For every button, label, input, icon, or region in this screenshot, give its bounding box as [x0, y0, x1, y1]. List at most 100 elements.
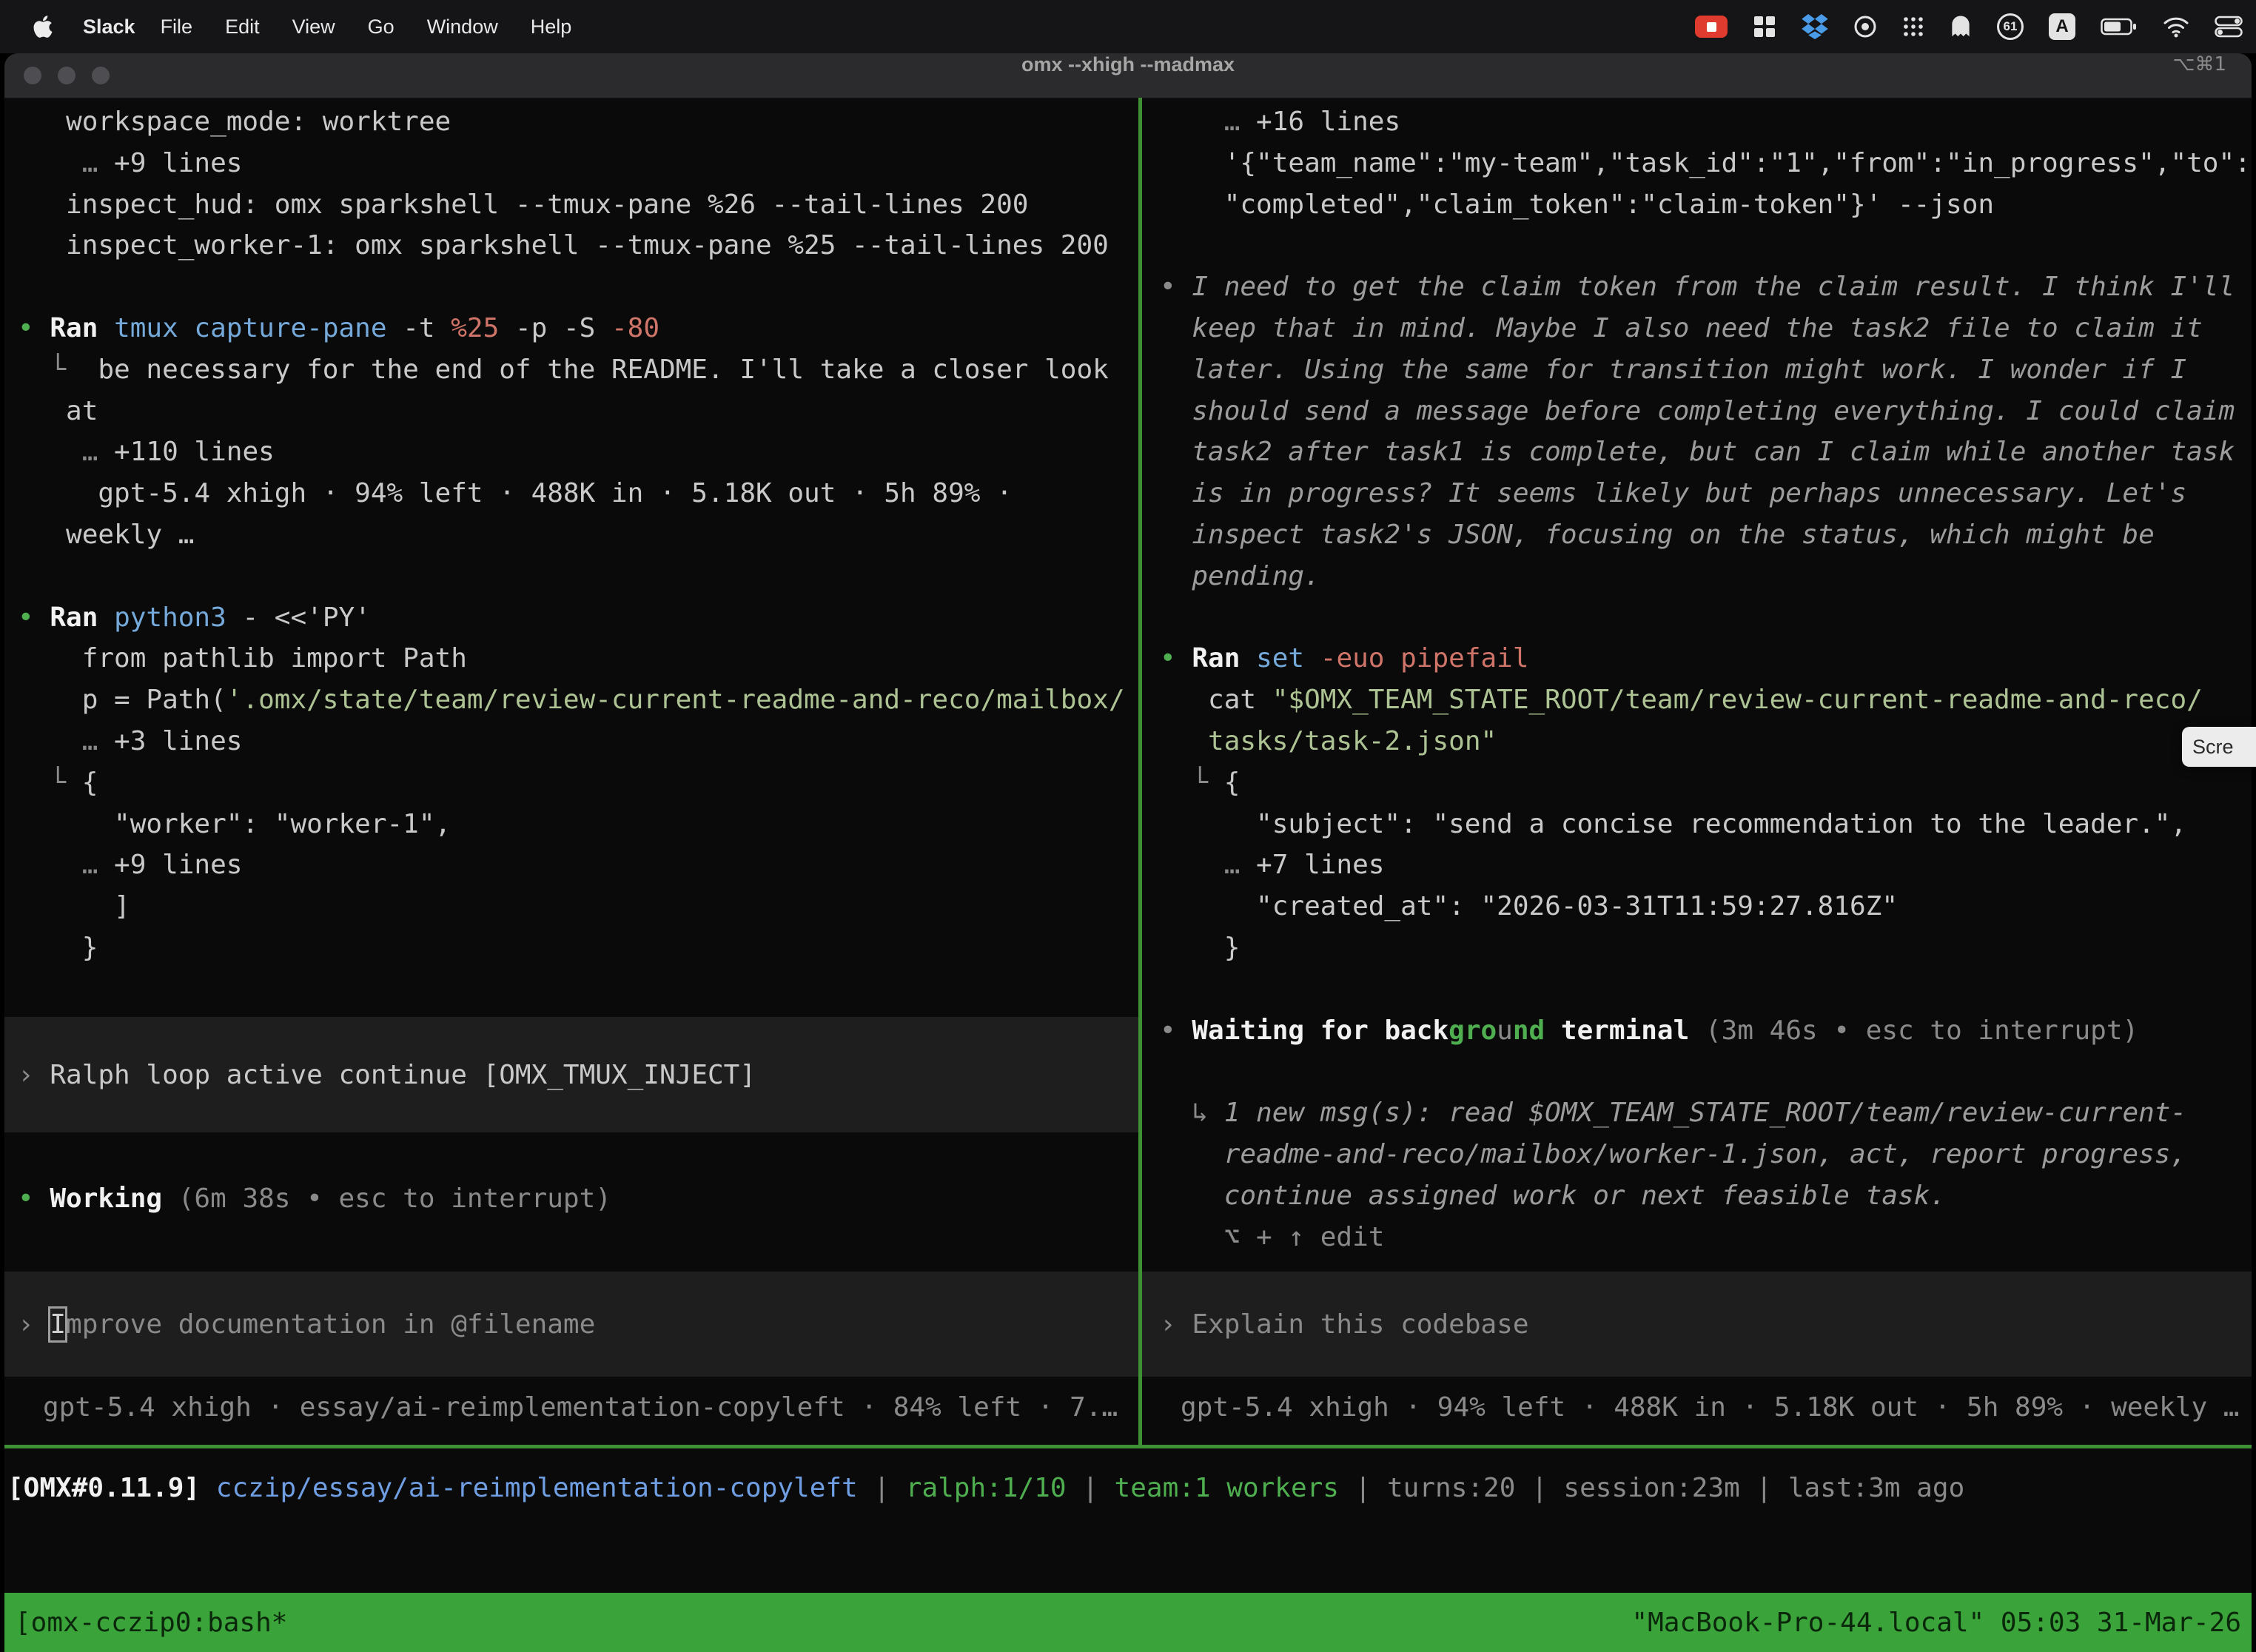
- menu-item-view[interactable]: View: [276, 16, 352, 38]
- prompt-input-right[interactable]: › Explain this codebase: [1142, 1272, 2252, 1377]
- text-segment: cat: [1160, 685, 1272, 715]
- active-app-menu[interactable]: Slack: [83, 16, 135, 38]
- text-segment: [OMX#0.11.9]: [7, 1473, 200, 1503]
- terminal-line: }: [18, 927, 1138, 969]
- app-ring-icon[interactable]: [1853, 15, 1877, 38]
- text-segment: "completed","claim_token":"claim-token"}…: [1160, 189, 1994, 220]
- terminal-line: "subject": "send a concise recommendatio…: [1160, 804, 2252, 845]
- terminal-line: should send a message before completing …: [1160, 391, 2252, 432]
- apple-logo[interactable]: [33, 14, 53, 39]
- text-segment: Ralph loop active continue [OMX_TMUX_INJ…: [50, 1060, 756, 1090]
- text-segment: terminal: [1545, 1015, 1705, 1046]
- prompt-input-left[interactable]: › Improve documentation in @filename: [4, 1272, 1138, 1377]
- text-segment: 1 new msg(s): read $OMX_TEAM_STATE_ROOT/…: [1224, 1098, 2186, 1128]
- terminal-line: … +7 lines: [1160, 845, 2252, 886]
- terminal-line: later. Using the same for transition mig…: [1160, 349, 2252, 391]
- ghost-icon[interactable]: [1950, 15, 1972, 38]
- terminal-line: … +9 lines: [18, 143, 1138, 184]
- menu-item-edit[interactable]: Edit: [209, 16, 276, 38]
- tmux-pane-right[interactable]: … +16 lines '{"team_name":"my-team","tas…: [1142, 98, 2252, 1445]
- pane-status-left: gpt-5.4 xhigh · essay/ai-reimplementatio…: [4, 1387, 1138, 1428]
- terminal-line: "created_at": "2026-03-31T11:59:27.816Z": [1160, 886, 2252, 927]
- menu-item-file[interactable]: File: [144, 16, 209, 38]
- text-segment: |: [1067, 1473, 1115, 1503]
- text-segment: •: [18, 602, 50, 633]
- text-segment: {: [1224, 768, 1241, 798]
- badge-61-icon[interactable]: 61: [1997, 13, 2024, 40]
- terminal-line: ]: [18, 886, 1138, 927]
- text-segment: ]: [18, 891, 130, 921]
- text-segment: Ran: [50, 602, 114, 633]
- terminal-line: from pathlib import Path: [18, 638, 1138, 679]
- text-segment: mprove documentation in @filename: [66, 1309, 595, 1340]
- window-grid-icon[interactable]: [1753, 15, 1776, 38]
- text-segment: I need to get the claim token from the c…: [1192, 272, 2235, 302]
- terminal-line: • Ran tmux capture-pane -t %25 -p -S -80: [18, 308, 1138, 349]
- text-segment: gro: [1448, 1015, 1497, 1046]
- menu-item-window[interactable]: Window: [411, 16, 514, 38]
- terminal-line: └ be necessary for the end of the README…: [18, 349, 1138, 391]
- tmux-pane-left[interactable]: workspace_mode: worktree … +9 lines insp…: [4, 98, 1138, 1445]
- tmux-status-bar: [omx-cczip0:bash* "MacBook-Pro-44.local"…: [4, 1593, 2252, 1652]
- terminal-line: p = Path('.omx/state/team/review-current…: [18, 679, 1138, 721]
- terminal-line: readme-and-reco/mailbox/worker-1.json, a…: [1160, 1134, 2252, 1175]
- text-segment: u: [1497, 1015, 1513, 1046]
- terminal-line: [1160, 597, 2252, 639]
- text-segment: from pathlib import Path: [18, 643, 467, 674]
- control-center-icon[interactable]: [2215, 15, 2243, 38]
- text-segment: -80: [611, 313, 659, 343]
- text-segment: cczip/essay/ai-reimplementation-copyleft: [216, 1473, 858, 1503]
- text-segment: tasks/task-2.json": [1208, 726, 1497, 756]
- terminal-line: task2 after task1 is complete, but can I…: [1160, 432, 2252, 473]
- input-source-icon[interactable]: A: [2049, 13, 2075, 40]
- terminal-output-left: workspace_mode: worktree … +9 lines insp…: [18, 101, 1138, 969]
- terminal-line: [18, 266, 1138, 308]
- text-segment: "$OMX_TEAM_STATE_ROOT/team/review-curren…: [1272, 685, 2203, 715]
- text-segment: +9 lines: [114, 850, 242, 880]
- terminal-line: '{"team_name":"my-team","task_id":"1","f…: [1160, 143, 2252, 184]
- window-shortcut-hint: ⌥⌘1: [2172, 53, 2226, 98]
- dots-grid-icon[interactable]: [1902, 16, 1924, 38]
- terminal-line: … +110 lines: [18, 432, 1138, 473]
- terminal-line: tasks/task-2.json": [1160, 721, 2252, 762]
- tmux-session-label: [omx-cczip0:bash*: [15, 1608, 287, 1638]
- inject-message-bar: › Ralph loop active continue [OMX_TMUX_I…: [4, 1017, 1138, 1132]
- screen-recording-indicator-icon[interactable]: [1695, 16, 1728, 38]
- omx-status-line: [OMX#0.11.9] cczip/essay/ai-reimplementa…: [7, 1468, 1964, 1509]
- text-segment: ↳: [1160, 1098, 1224, 1128]
- input-source-letter: A: [2055, 16, 2068, 37]
- badge-61-label: 61: [2004, 19, 2018, 34]
- terminal-line: workspace_mode: worktree: [18, 101, 1138, 143]
- text-segment: +9 lines: [114, 148, 242, 178]
- text-segment: gpt-5.4 xhigh · 94% left · 488K in · 5.1…: [18, 478, 1013, 508]
- text-segment: ›: [18, 1060, 50, 1090]
- text-segment: "created_at": "2026-03-31T11:59:27.816Z": [1160, 891, 1898, 921]
- dropbox-icon[interactable]: [1802, 14, 1828, 39]
- battery-icon[interactable]: [2101, 15, 2138, 38]
- terminal-line: inspect_worker-1: omx sparkshell --tmux-…: [18, 225, 1138, 266]
- wifi-icon[interactable]: [2163, 16, 2189, 38]
- terminal-line: ⌥ + ↑ edit: [1160, 1217, 2252, 1258]
- text-segment: team:1 workers: [1115, 1473, 1339, 1503]
- terminal-line: [1160, 969, 2252, 1010]
- text-segment: Explain this codebase: [1192, 1309, 1528, 1340]
- terminal-line: ↳ 1 new msg(s): read $OMX_TEAM_STATE_ROO…: [1160, 1092, 2252, 1134]
- screen-notification-overlay[interactable]: Scre: [2182, 727, 2256, 767]
- text-segment: weekly …: [18, 520, 194, 550]
- text-segment: }: [1160, 933, 1240, 963]
- text-segment: └: [18, 768, 82, 798]
- text-segment: ⌥ + ↑ edit: [1160, 1222, 1384, 1252]
- text-segment: task2 after task1 is complete, but can I…: [1160, 437, 2235, 467]
- menu-item-go[interactable]: Go: [352, 16, 411, 38]
- terminal-line: "worker": "worker-1",: [18, 804, 1138, 845]
- text-segment: nd: [1513, 1015, 1545, 1046]
- text-segment: I: [50, 1309, 66, 1340]
- text-segment: '.omx/state/team/review-current-readme-a…: [226, 685, 1125, 715]
- text-segment: +7 lines: [1256, 850, 1384, 880]
- text-segment: …: [18, 850, 114, 880]
- text-segment: (3m 46s • esc to interrupt): [1705, 1015, 2138, 1046]
- menu-item-help[interactable]: Help: [514, 16, 588, 38]
- text-segment: Ran: [1192, 643, 1256, 674]
- text-segment: …: [18, 726, 114, 756]
- text-segment: | turns:20 | session:23m | last:3m ago: [1339, 1473, 1964, 1503]
